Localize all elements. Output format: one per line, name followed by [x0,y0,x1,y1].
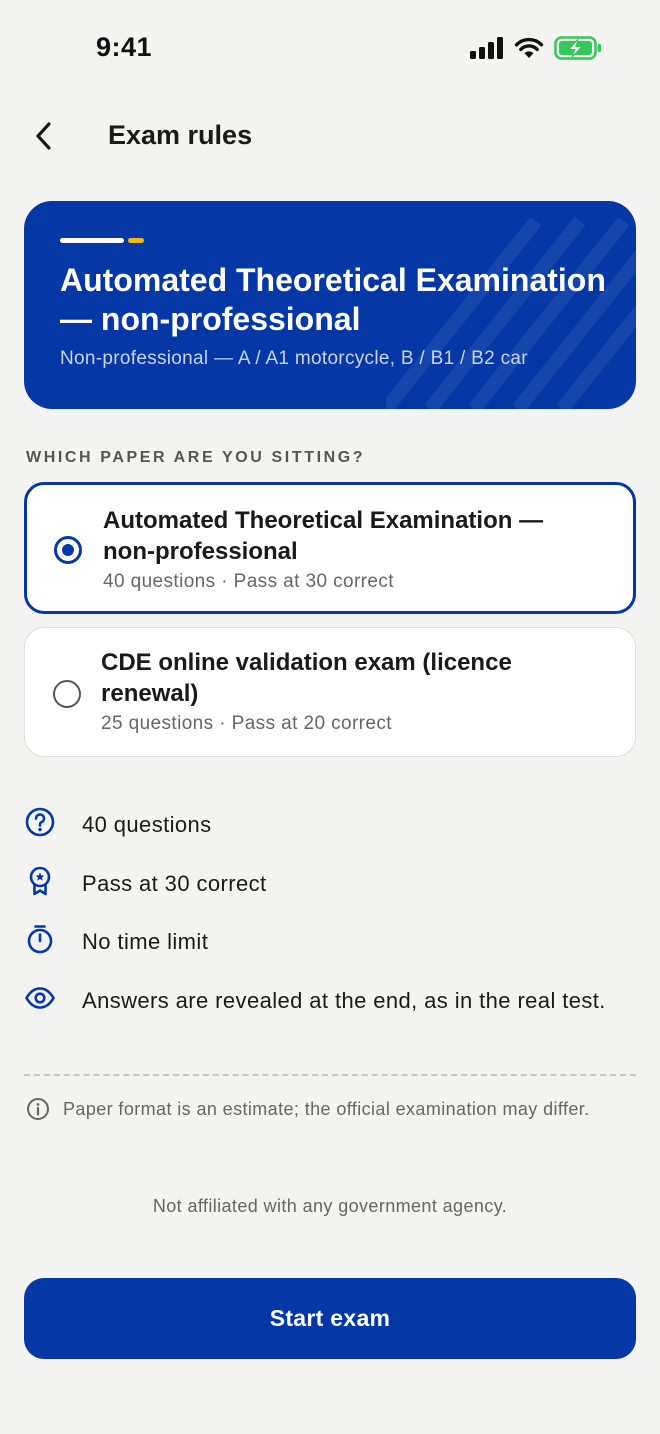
paper-option-title: Automated Theoretical Examination — non-… [103,507,544,565]
rule-text: No time limit [82,929,209,954]
format-note: Paper format is an estimate; the officia… [63,1099,590,1119]
page-title: Exam rules [108,120,253,150]
exam-hero-card: Automated Theoretical Examination — non-… [24,201,636,409]
rule-text: Pass at 30 correct [82,871,267,896]
battery-charging-icon [554,36,601,60]
hero-title: Automated Theoretical Examination — non-… [60,262,606,337]
eye-icon [25,987,55,1009]
status-time: 9:41 [96,32,153,62]
status-icons [470,34,602,62]
info-icon [27,1098,49,1120]
radio-unselected[interactable] [53,680,81,708]
paper-option-meta: 40 questions · Pass at 30 correct [103,571,394,592]
paper-picker-label: WHICH PAPER ARE YOU SITTING? [26,449,366,466]
cellular-signal-icon [470,37,503,59]
hero-accent-bar [60,238,144,243]
status-bar: 9:41 [0,0,660,96]
paper-option-ate[interactable]: Automated Theoretical Examination — non-… [24,482,636,614]
wifi-icon [514,37,544,58]
hero-subtitle: Non-professional — A / A1 motorcycle, B … [60,348,528,369]
start-exam-button[interactable]: Start exam [24,1278,636,1359]
dashed-divider [24,1074,636,1076]
affiliation-disclaimer: Not affiliated with any government agenc… [152,1196,508,1216]
nav-bar: Exam rules [0,108,660,164]
question-circle-icon [25,807,55,837]
paper-option-cde[interactable]: CDE online validation exam (licence rene… [24,627,636,757]
rule-text: 40 questions [82,812,212,837]
paper-option-meta: 25 questions · Pass at 20 correct [101,713,392,734]
back-button[interactable] [24,114,64,158]
radio-selected[interactable] [54,536,82,564]
chevron-left-icon [36,122,51,150]
stopwatch-icon [27,925,53,954]
paper-option-title: CDE online validation exam (licence rene… [101,649,512,707]
award-ribbon-icon [29,866,51,896]
rule-text: Answers are revealed at the end, as in t… [82,988,606,1013]
